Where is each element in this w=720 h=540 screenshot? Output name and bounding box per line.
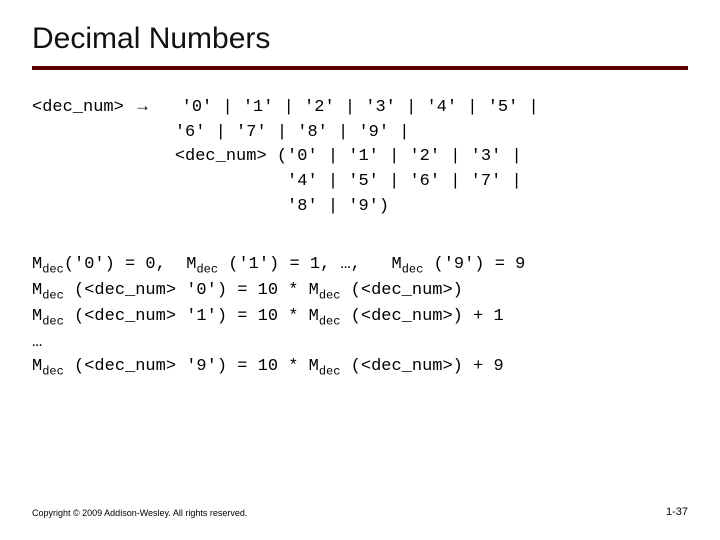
m-sub: dec	[42, 263, 64, 277]
page-title: Decimal Numbers	[32, 22, 688, 56]
grammar-line-5: '8' | '9')	[175, 197, 389, 216]
sem-r2a: (<dec_num> '0') = 10 *	[64, 281, 309, 300]
sem-r1a: ('0') = 0,	[64, 255, 186, 274]
grammar-block: <dec_num> → '0' | '1' | '2' | '3' | '4' …	[32, 94, 688, 219]
semantics-block: Mdec('0') = 0, Mdec ('1') = 1, …, Mdec (…	[32, 253, 688, 381]
grammar-lhs: <dec_num>	[32, 98, 124, 117]
title-rule	[32, 66, 688, 70]
m-sub: dec	[42, 314, 64, 328]
m-sym: M	[32, 255, 42, 274]
m-sym: M	[186, 255, 196, 274]
m-sub: dec	[319, 365, 341, 379]
m-sym: M	[391, 255, 401, 274]
sem-r1b: ('1') = 1, …,	[218, 255, 391, 274]
m-sub: dec	[319, 288, 341, 302]
grammar-line-1: '0' | '1' | '2' | '3' | '4' | '5' |	[182, 98, 539, 117]
m-sub: dec	[319, 314, 341, 328]
m-sym: M	[32, 281, 42, 300]
m-sub: dec	[42, 288, 64, 302]
copyright-text: Copyright © 2009 Addison-Wesley. All rig…	[32, 508, 247, 518]
sem-r3b: (<dec_num>) + 1	[340, 307, 503, 326]
m-sym: M	[309, 281, 319, 300]
sem-r4b: (<dec_num>) + 9	[340, 357, 503, 376]
page-number: 1-37	[666, 506, 688, 518]
sem-r1c: ('9') = 9	[423, 255, 525, 274]
sem-r3a: (<dec_num> '1') = 10 *	[64, 307, 309, 326]
grammar-line-2: '6' | '7' | '8' | '9' |	[175, 123, 410, 142]
arrow-icon: →	[134, 96, 151, 115]
grammar-line-4: '4' | '5' | '6' | '7' |	[175, 172, 522, 191]
m-sub: dec	[42, 365, 64, 379]
m-sym: M	[32, 357, 42, 376]
m-sub: dec	[196, 263, 218, 277]
m-sub: dec	[402, 263, 424, 277]
sem-r4a: (<dec_num> '9') = 10 *	[64, 357, 309, 376]
m-sym: M	[309, 307, 319, 326]
slide: Decimal Numbers <dec_num> → '0' | '1' | …	[0, 0, 720, 540]
sem-r2b: (<dec_num>)	[340, 281, 462, 300]
m-sym: M	[309, 357, 319, 376]
grammar-line-3: <dec_num> ('0' | '1' | '2' | '3' |	[175, 147, 522, 166]
sem-ellipsis: …	[32, 333, 42, 352]
m-sym: M	[32, 307, 42, 326]
